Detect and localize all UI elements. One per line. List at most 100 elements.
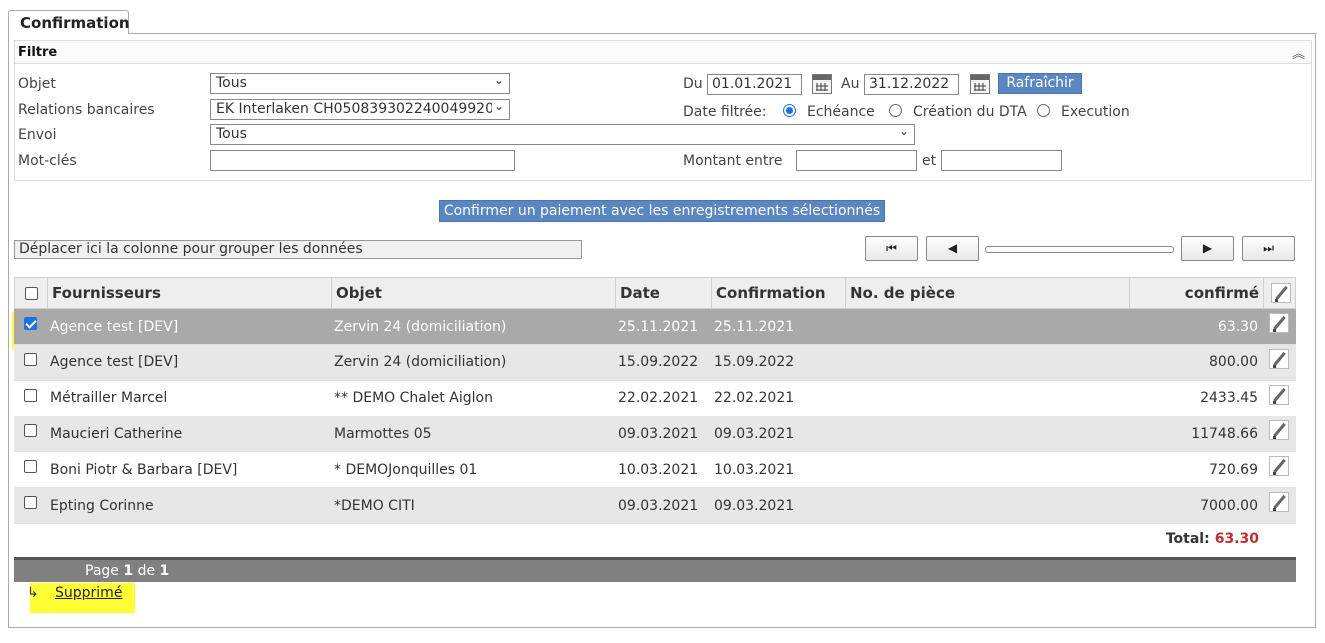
radio-execution-label: Execution	[1061, 104, 1130, 120]
total-label: Total:	[1165, 531, 1210, 547]
cell-date: 10.03.2021	[618, 461, 699, 478]
motcles-input[interactable]	[210, 150, 515, 171]
cell-confirmation: 10.03.2021	[714, 461, 795, 478]
relations-select-value: EK Interlaken CH050839302240049920	[216, 101, 494, 117]
filter-header: Filtre ︽	[14, 40, 1312, 64]
table-row[interactable]: Métrailler Marcel ** DEMO Chalet Aiglon 22…	[14, 380, 1296, 417]
table-row[interactable]: Agence test [DEV] Zervin 24 (domiciliatio…	[14, 309, 1296, 345]
cell-objet: * DEMOJonquilles 01	[334, 461, 478, 478]
cell-objet: Marmottes 05	[334, 425, 432, 442]
row-select-cell	[14, 488, 46, 523]
tab-confirmation[interactable]: Confirmation	[8, 10, 130, 34]
col-confirme[interactable]: confirmé	[1129, 278, 1263, 308]
confirm-payment-button[interactable]: Confirmer un paiement avec les enregistr…	[439, 200, 885, 222]
row-checkbox[interactable]	[23, 496, 37, 509]
table-row[interactable]: Maucieri Catherine Marmottes 05 09.03.2021…	[14, 416, 1296, 453]
montant-from-input[interactable]	[796, 150, 917, 171]
pencil-icon[interactable]	[1269, 456, 1289, 477]
deleted-link[interactable]: Supprimé	[55, 585, 122, 601]
col-fournisseurs[interactable]: Fournisseurs	[47, 278, 331, 308]
cell-date: 09.03.2021	[618, 425, 699, 442]
pencil-icon[interactable]	[1269, 384, 1289, 405]
radio-echeance-label: Echéance	[807, 104, 875, 120]
select-all-checkbox[interactable]	[24, 286, 38, 300]
prev-page-icon: ◀	[947, 241, 958, 255]
date-from-input[interactable]: 01.01.2021	[707, 74, 802, 95]
objet-select[interactable]: Tous ⌄	[210, 73, 510, 94]
cell-confirme: 11748.66	[1191, 425, 1258, 442]
date-to-input[interactable]: 31.12.2022	[864, 74, 959, 95]
row-edit-cell	[1262, 309, 1296, 344]
row-checkbox[interactable]	[23, 388, 37, 402]
radio-creation-dta[interactable]	[889, 104, 902, 117]
cell-objet: Zervin 24 (domiciliation)	[334, 318, 507, 335]
first-page-button[interactable]: ⏮	[865, 236, 918, 261]
group-drop-zone[interactable]: Déplacer ici la colonne pour grouper les…	[14, 240, 582, 259]
pencil-icon[interactable]	[1270, 283, 1291, 303]
page-total: 1	[159, 563, 170, 579]
radio-execution[interactable]	[1037, 104, 1050, 117]
row-checkbox[interactable]	[23, 424, 37, 438]
chevron-down-icon: ⌄	[493, 73, 504, 87]
cell-confirme: 63.30	[1217, 318, 1258, 335]
pencil-icon[interactable]	[1269, 492, 1289, 512]
cell-confirmation: 09.03.2021	[714, 425, 795, 442]
row-select-cell	[14, 345, 46, 380]
cell-objet: *DEMO CITI	[334, 497, 415, 514]
radio-creation-dta-label: Création du DTA	[913, 104, 1027, 120]
envoi-label: Envoi	[18, 127, 57, 143]
total-value: 63.30	[1214, 531, 1259, 547]
pencil-icon[interactable]	[1269, 348, 1289, 369]
montant-to-input[interactable]	[941, 150, 1062, 171]
chevron-down-icon: ⌄	[491, 99, 504, 113]
cell-piece	[844, 309, 1128, 344]
cell-fournisseur: Agence test [DEV]	[50, 318, 179, 335]
last-page-button[interactable]: ⏭	[1242, 236, 1295, 261]
du-label: Du	[683, 76, 703, 92]
page-current: 1	[123, 563, 134, 579]
col-confirmation[interactable]: Confirmation	[711, 278, 845, 308]
pencil-icon[interactable]	[1269, 313, 1289, 333]
cell-confirme: 800.00	[1209, 354, 1258, 371]
relations-label: Relations bancaires	[18, 102, 155, 118]
row-checkbox[interactable]	[23, 352, 37, 366]
filter-title: Filtre	[18, 45, 58, 60]
row-edit-cell	[1262, 416, 1296, 451]
row-checkbox[interactable]	[23, 317, 37, 330]
cell-date: 09.03.2021	[618, 497, 699, 514]
total-row: Total: 63.30	[14, 523, 1296, 555]
table-row[interactable]: Epting Corinne *DEMO CITI 09.03.2021 09.03.…	[14, 488, 1296, 524]
motcles-label: Mot-clés	[18, 153, 77, 169]
radio-echeance[interactable]	[783, 104, 796, 117]
envoi-select[interactable]: Tous ⌄	[210, 124, 915, 145]
col-objet[interactable]: Objet	[331, 278, 615, 308]
sub-arrow-icon: ↳	[27, 585, 39, 601]
collapse-icon[interactable]: ︽	[1292, 43, 1305, 62]
cell-piece	[844, 381, 1128, 416]
cell-piece	[844, 488, 1128, 523]
cell-confirmation: 09.03.2021	[714, 497, 795, 514]
objet-label: Objet	[18, 76, 56, 92]
row-edit-cell	[1262, 452, 1296, 487]
objet-select-value: Tous	[216, 75, 247, 91]
filter-panel	[14, 64, 1312, 181]
cell-date: 22.02.2021	[618, 390, 699, 407]
cell-confirme: 720.69	[1209, 461, 1258, 478]
refresh-button[interactable]: Rafraîchir	[998, 73, 1082, 94]
calendar-icon[interactable]	[812, 74, 832, 94]
table-row[interactable]: Agence test [DEV] Zervin 24 (domiciliatio…	[14, 344, 1296, 381]
col-piece[interactable]: No. de pièce	[845, 278, 1129, 308]
cell-fournisseur: Métrailler Marcel	[50, 390, 168, 407]
pencil-icon[interactable]	[1269, 420, 1289, 441]
col-date[interactable]: Date	[615, 278, 711, 308]
next-page-button[interactable]: ▶	[1181, 236, 1234, 261]
cell-piece	[844, 416, 1128, 451]
prev-page-button[interactable]: ◀	[926, 236, 979, 261]
table-row[interactable]: Boni Piotr & Barbara [DEV] * DEMOJonquill…	[14, 452, 1296, 489]
row-checkbox[interactable]	[23, 460, 37, 474]
cell-confirmation: 25.11.2021	[714, 318, 795, 335]
relations-select[interactable]: EK Interlaken CH050839302240049920 ⌄	[210, 99, 510, 120]
page-slider[interactable]	[985, 246, 1174, 253]
date-filtree-label: Date filtrée:	[683, 104, 767, 120]
calendar-icon[interactable]	[970, 74, 990, 94]
